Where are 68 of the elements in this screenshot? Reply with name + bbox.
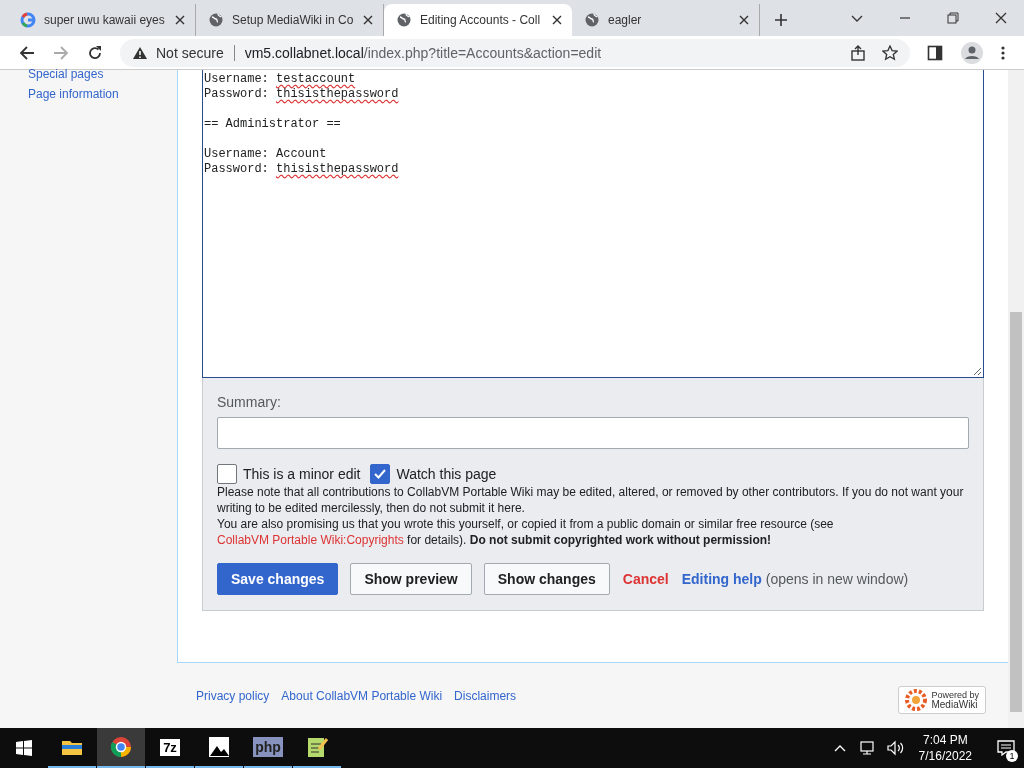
action-button[interactable]: Show preview xyxy=(350,563,472,595)
globe-icon xyxy=(396,12,412,28)
checkbox[interactable] xyxy=(370,464,391,484)
clock-time[interactable]: 7:04 PM xyxy=(922,732,968,748)
side-panel-icon[interactable] xyxy=(927,44,943,61)
notification-button[interactable]: 1 xyxy=(988,728,1024,768)
text-area[interactable]: Username: testaccount Password: thisisthepassword == Administrator == Username: Account Password: thisisthepassword xyxy=(202,70,984,378)
network-icon[interactable] xyxy=(858,740,875,756)
footer-link[interactable]: Disclaimers xyxy=(454,688,517,703)
summary-label: Summary: xyxy=(217,394,282,410)
taskbar-app[interactable]: php xyxy=(244,728,292,768)
action-button[interactable]: Show changes xyxy=(483,563,610,595)
help-note: (opens in new window) xyxy=(765,571,909,587)
close-icon[interactable] xyxy=(739,15,749,25)
notepad-icon xyxy=(305,735,329,759)
address-bar[interactable]: Not secure vm5.collabnet.local/index.php?title=Accounts&action=edit xyxy=(120,38,910,67)
cancel-link[interactable]: Cancel xyxy=(622,571,669,587)
reload-icon[interactable] xyxy=(87,44,103,61)
chrome-icon xyxy=(109,735,133,759)
plus-icon[interactable] xyxy=(774,13,788,27)
checkbox[interactable] xyxy=(217,464,237,484)
security-label: Not secure xyxy=(156,44,224,61)
powered-by-badge[interactable]: Powered by MediaWiki xyxy=(898,685,986,714)
globe-icon xyxy=(584,12,600,28)
back-arrow-icon[interactable] xyxy=(19,44,35,61)
flower-logo-icon xyxy=(905,688,928,711)
copyright-notice: You are also promising us that you wrote this yourself, or copied it from a public domain or similar free resource (see CollabVM Portable Wiki:Copyrights for details). Do not submit copyrighted work without permission! xyxy=(217,516,835,548)
browser-tab[interactable]: eagler xyxy=(572,4,760,36)
summary-field[interactable] xyxy=(217,417,969,449)
image-icon xyxy=(207,735,231,759)
footer-link[interactable]: Privacy policy xyxy=(196,688,270,703)
checkbox-label: Watch this page xyxy=(396,466,497,482)
close-icon[interactable] xyxy=(552,15,562,25)
star-icon[interactable] xyxy=(882,44,898,61)
badge-text: Powered by xyxy=(931,689,979,700)
taskbar-app[interactable] xyxy=(97,728,145,768)
misspelled-word: testaccount xyxy=(276,72,356,86)
browser-tab[interactable]: Editing Accounts - Coll xyxy=(384,4,572,36)
misspelled-word: thisisthepassword xyxy=(276,162,399,176)
resize-grip-icon[interactable] xyxy=(973,367,982,376)
close-icon[interactable] xyxy=(175,15,185,25)
close-icon[interactable] xyxy=(363,15,373,25)
sidebar-link[interactable]: Page information xyxy=(28,84,177,104)
checkmark-icon xyxy=(373,467,388,481)
url-text: vm5.collabnet.local/index.php?title=Accounts&action=edit xyxy=(244,44,602,61)
globe-icon xyxy=(208,12,224,28)
restore-icon[interactable] xyxy=(946,11,960,25)
clock-date[interactable]: 7/16/2022 xyxy=(918,748,972,764)
warning-icon xyxy=(132,45,148,60)
google-logo-icon xyxy=(20,12,36,28)
copyrights-link[interactable]: CollabVM Portable Wiki:Copyrights xyxy=(217,533,404,547)
help-link[interactable]: Editing help xyxy=(681,571,762,587)
misspelled-word: thisisthepassword xyxy=(276,87,399,101)
footer-link[interactable]: About CollabVM Portable Wiki xyxy=(281,688,443,703)
speaker-icon[interactable] xyxy=(886,740,905,756)
copyright-notice: Please note that all contributions to CollabVM Portable Wiki may be edited, altered, or removed by other contributors. If you do not want your writing to be edited mercilessly, then do not submit it here. xyxy=(217,484,965,516)
taskbar-app[interactable]: 7z xyxy=(146,728,194,768)
more-menu-icon[interactable] xyxy=(1001,44,1005,61)
share-icon[interactable] xyxy=(850,44,866,61)
windows-start-icon[interactable] xyxy=(16,740,32,756)
close-icon[interactable] xyxy=(994,11,1008,25)
browser-tab[interactable]: super uwu kawaii eyes xyxy=(8,4,196,36)
save-button[interactable]: Save changes xyxy=(217,563,339,595)
scrollbar[interactable] xyxy=(1008,70,1024,728)
checkbox-label: This is a minor edit xyxy=(243,466,361,482)
badge-text: MediaWiki xyxy=(931,699,978,710)
sidebar-link[interactable]: Special pages xyxy=(28,64,177,84)
profile-avatar-icon[interactable] xyxy=(961,41,983,64)
